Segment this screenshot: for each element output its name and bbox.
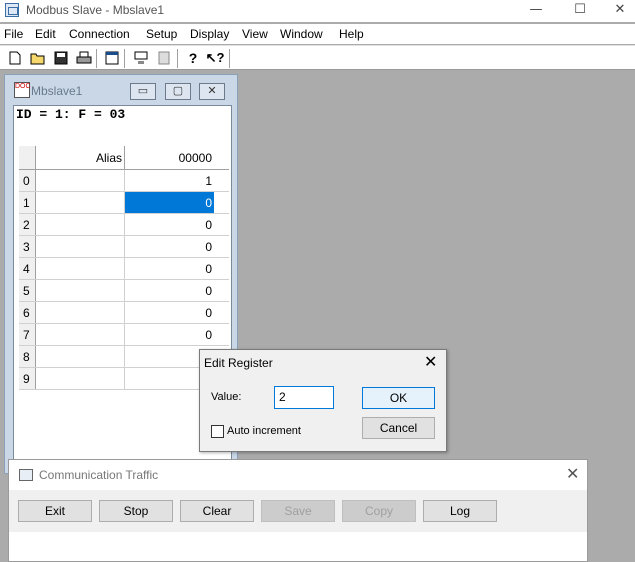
row-number[interactable]: 7: [19, 324, 36, 345]
row-number[interactable]: 1: [19, 192, 36, 213]
register-value-cell[interactable]: 0: [125, 258, 214, 279]
row-number[interactable]: 3: [19, 236, 36, 257]
alias-cell[interactable]: [36, 280, 125, 301]
register-value-cell[interactable]: 0: [125, 280, 214, 301]
ok-button[interactable]: OK: [362, 387, 435, 409]
menu-help[interactable]: Help: [339, 27, 364, 41]
grid-header-row: Alias 00000: [19, 146, 229, 170]
window-title: Modbus Slave - Mbslave1: [26, 3, 165, 17]
close-button[interactable]: ✕: [597, 0, 635, 22]
row-number[interactable]: 9: [19, 368, 36, 389]
print-icon[interactable]: [75, 49, 93, 67]
disconnect-icon[interactable]: [155, 49, 173, 67]
row-number[interactable]: 5: [19, 280, 36, 301]
slave-id-line: ID = 1: F = 03: [16, 107, 126, 122]
toolbar-separator: [177, 49, 178, 68]
communication-traffic-window: Communication Traffic ✕ Exit Stop Clear …: [8, 459, 588, 562]
menu-edit[interactable]: Edit: [35, 27, 56, 41]
menu-setup[interactable]: Setup: [146, 27, 177, 41]
table-row: 9: [19, 368, 229, 390]
alias-cell[interactable]: [36, 214, 125, 235]
log-button[interactable]: Log: [423, 500, 497, 522]
grid-corner: [19, 146, 36, 169]
minimize-button[interactable]: —: [513, 0, 559, 22]
document-icon: DOC: [14, 82, 31, 98]
value-label: Value:: [211, 391, 242, 403]
alias-cell[interactable]: [36, 236, 125, 257]
menu-display[interactable]: Display: [190, 27, 229, 41]
row-number[interactable]: 0: [19, 170, 36, 191]
alias-cell[interactable]: [36, 368, 125, 389]
register-value-cell[interactable]: 0: [125, 324, 214, 345]
app-icon: [5, 3, 19, 17]
value-input[interactable]: 2: [274, 386, 334, 409]
row-number[interactable]: 4: [19, 258, 36, 279]
alias-cell[interactable]: [36, 170, 125, 191]
alias-cell[interactable]: [36, 192, 125, 213]
menu-view[interactable]: View: [242, 27, 268, 41]
alias-cell[interactable]: [36, 302, 125, 323]
context-help-icon[interactable]: ↖?: [206, 49, 225, 67]
alias-cell[interactable]: [36, 258, 125, 279]
toolbar: ? ↖?: [0, 45, 635, 70]
toolbar-separator: [96, 49, 97, 68]
register-value-cell[interactable]: 0: [125, 192, 214, 213]
exit-button[interactable]: Exit: [18, 500, 92, 522]
table-row: 50: [19, 280, 229, 302]
traffic-title: Communication Traffic: [39, 468, 159, 482]
register-value-cell[interactable]: 0: [125, 214, 214, 235]
alias-cell[interactable]: [36, 346, 125, 367]
open-icon[interactable]: [29, 49, 47, 67]
menu-bar: File Edit Connection Setup Display View …: [0, 24, 635, 44]
register-value-cell[interactable]: 0: [125, 302, 214, 323]
table-row: 60: [19, 302, 229, 324]
alias-cell[interactable]: [36, 324, 125, 345]
row-number[interactable]: 6: [19, 302, 36, 323]
new-icon[interactable]: [6, 49, 24, 67]
menu-connection[interactable]: Connection: [69, 27, 130, 41]
alias-header[interactable]: Alias: [36, 146, 125, 169]
table-row: 40: [19, 258, 229, 280]
cancel-button[interactable]: Cancel: [362, 417, 435, 439]
traffic-window-icon: [19, 469, 33, 481]
traffic-close-button[interactable]: ✕: [566, 464, 579, 483]
menu-window[interactable]: Window: [280, 27, 323, 41]
address-header[interactable]: 00000: [125, 146, 214, 169]
dialog-close-button[interactable]: ✕: [424, 352, 437, 371]
toolbar-separator: [229, 49, 230, 68]
clear-button[interactable]: Clear: [180, 500, 254, 522]
child-close-button[interactable]: ✕: [199, 83, 225, 100]
table-row: 8: [19, 346, 229, 368]
menu-file[interactable]: File: [4, 27, 23, 41]
table-row: 30: [19, 236, 229, 258]
help-icon[interactable]: ?: [184, 49, 202, 67]
window-icon[interactable]: [103, 49, 121, 67]
table-row: 10: [19, 192, 229, 214]
table-row: 01: [19, 170, 229, 192]
child-title: Mbslave1: [31, 84, 83, 98]
row-number[interactable]: 8: [19, 346, 36, 367]
edit-register-dialog: Edit Register ✕ Value: 2 OK Cancel Auto …: [199, 349, 447, 452]
table-row: 20: [19, 214, 229, 236]
register-value-cell[interactable]: 1: [125, 170, 214, 191]
save-traffic-button[interactable]: Save: [261, 500, 335, 522]
save-icon[interactable]: [52, 49, 70, 67]
table-row: 70: [19, 324, 229, 346]
title-bar: Modbus Slave - Mbslave1 — ☐ ✕: [0, 0, 635, 22]
traffic-button-bar: Exit Stop Clear Save Copy Log: [9, 490, 587, 532]
auto-increment-label[interactable]: Auto increment: [227, 425, 301, 437]
child-restore-button[interactable]: ▢: [165, 83, 191, 100]
auto-increment-checkbox[interactable]: [211, 425, 224, 438]
stop-button[interactable]: Stop: [99, 500, 173, 522]
row-number[interactable]: 2: [19, 214, 36, 235]
child-minimize-button[interactable]: ▭: [130, 83, 156, 100]
copy-button[interactable]: Copy: [342, 500, 416, 522]
dialog-title: Edit Register: [204, 356, 273, 370]
connect-icon[interactable]: [132, 49, 150, 67]
register-value-cell[interactable]: 0: [125, 236, 214, 257]
toolbar-separator: [124, 49, 125, 68]
register-grid: Alias 00000 011020304050607089: [19, 146, 229, 390]
